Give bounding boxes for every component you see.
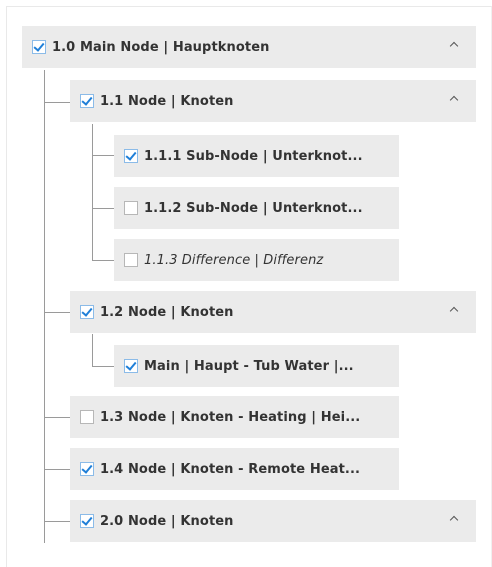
node-label: 1.4 Node | Knoten - Remote Heat... xyxy=(100,461,361,477)
tree-node-1-4[interactable]: 1.4 Node | Knoten - Remote Heat... xyxy=(70,448,399,490)
tree-connector xyxy=(44,312,70,313)
tree-node-1-3[interactable]: 1.3 Node | Knoten - Heating | Hei... xyxy=(70,396,399,438)
node-label: 2.0 Node | Knoten xyxy=(100,513,234,529)
tree-node-1-1[interactable]: 1.1 Node | Knoten xyxy=(70,80,476,122)
chevron-up-icon[interactable] xyxy=(448,303,462,317)
tree-connector xyxy=(92,334,93,366)
chevron-up-icon[interactable] xyxy=(448,512,462,526)
tree-connector xyxy=(44,70,45,543)
node-label: 1.0 Main Node | Hauptknoten xyxy=(52,39,270,55)
checkbox-checked-icon[interactable] xyxy=(124,149,138,163)
tree-connector xyxy=(44,521,70,522)
checkbox-checked-icon[interactable] xyxy=(124,359,138,373)
tree-node-1-2-1[interactable]: Main | Haupt - Tub Water |... xyxy=(114,345,399,387)
checkbox-checked-icon[interactable] xyxy=(80,94,94,108)
node-label: 1.1 Node | Knoten xyxy=(100,93,234,109)
checkbox-unchecked-icon[interactable] xyxy=(124,253,138,267)
chevron-up-icon[interactable] xyxy=(448,38,462,52)
node-label: 1.1.1 Sub-Node | Unterknot... xyxy=(144,148,363,164)
checkbox-unchecked-icon[interactable] xyxy=(124,201,138,215)
checkbox-checked-icon[interactable] xyxy=(80,514,94,528)
node-label: 1.2 Node | Knoten xyxy=(100,304,234,320)
tree-connector xyxy=(92,366,114,367)
tree-connector xyxy=(92,208,114,209)
checkbox-checked-icon[interactable] xyxy=(80,305,94,319)
tree-node-1-2[interactable]: 1.2 Node | Knoten xyxy=(70,291,476,333)
node-label: 1.3 Node | Knoten - Heating | Hei... xyxy=(100,409,361,425)
checkbox-checked-icon[interactable] xyxy=(32,40,46,54)
checkbox-unchecked-icon[interactable] xyxy=(80,410,94,424)
tree-connector xyxy=(92,124,93,260)
tree-node-1-1-3[interactable]: 1.1.3 Difference | Differenz xyxy=(114,239,399,281)
node-label: 1.1.2 Sub-Node | Unterknot... xyxy=(144,200,363,216)
tree-connector xyxy=(44,417,70,418)
node-label: 1.1.3 Difference | Differenz xyxy=(144,252,324,268)
tree-node-1-1-2[interactable]: 1.1.2 Sub-Node | Unterknot... xyxy=(114,187,399,229)
tree-node-root[interactable]: 1.0 Main Node | Hauptknoten xyxy=(22,26,476,68)
tree-node-2-0[interactable]: 2.0 Node | Knoten xyxy=(70,500,476,542)
tree-node-1-1-1[interactable]: 1.1.1 Sub-Node | Unterknot... xyxy=(114,135,399,177)
tree-connector xyxy=(44,469,70,470)
tree-connector xyxy=(92,155,114,156)
chevron-up-icon[interactable] xyxy=(448,92,462,106)
node-label: Main | Haupt - Tub Water |... xyxy=(144,358,354,374)
tree-connector xyxy=(92,260,114,261)
checkbox-checked-icon[interactable] xyxy=(80,462,94,476)
tree-connector xyxy=(44,102,70,103)
